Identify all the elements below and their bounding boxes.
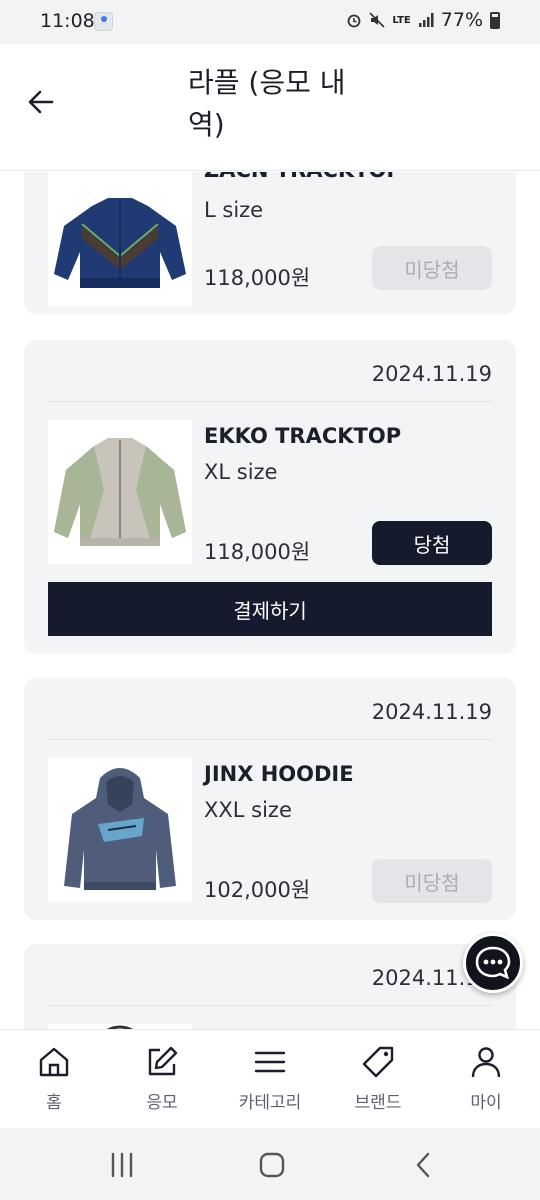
user-icon: [471, 1047, 501, 1078]
product-price: 118,000원: [204, 266, 311, 290]
entry-card: 2024.11.19 JINX HOODIE XXL size 102,000원…: [24, 678, 516, 920]
entry-card: 2024.11.19 EKKO TRACKTOP XL size 118,000…: [24, 340, 516, 654]
status-indicators: LTE 77%: [346, 9, 500, 31]
arrow-left-icon: [28, 90, 54, 114]
page-header: 라플 (응모 내역): [0, 44, 540, 171]
bottom-navigation: 홈 응모 카테고리 브랜드 마이: [0, 1029, 540, 1128]
nav-label: 카테고리: [238, 1093, 302, 1113]
status-bar: 11:08 LTE 77%: [0, 0, 540, 44]
page-title: 라플 (응모 내역): [188, 66, 346, 141]
raffle-entry-list[interactable]: ZACN TRACKTOP L size 118,000원 미당첨 2024.1…: [0, 172, 540, 1029]
entry-card: 2024.11.19: [24, 944, 516, 1029]
home-button-icon[interactable]: [254, 1148, 290, 1182]
battery-icon: [490, 11, 500, 29]
divider: [48, 401, 492, 402]
nav-item-category[interactable]: 카테고리: [216, 1030, 324, 1128]
nav-item-brand[interactable]: 브랜드: [324, 1030, 432, 1128]
nav-item-entry[interactable]: 응모: [108, 1030, 216, 1128]
status-badge: 미당첨: [372, 859, 492, 903]
product-size: XXL size: [204, 798, 292, 822]
status-badge: 미당첨: [372, 246, 492, 290]
alarm-icon: [347, 14, 361, 28]
product-image[interactable]: [48, 172, 192, 306]
menu-icon: [254, 1051, 286, 1073]
chat-button[interactable]: [463, 933, 523, 993]
entry-date: 2024.11.19: [371, 700, 492, 724]
product-name[interactable]: EKKO TRACKTOP: [204, 424, 401, 448]
nav-label: 응모: [146, 1093, 178, 1113]
entry-date: 2024.11.19: [371, 362, 492, 386]
nav-item-home[interactable]: 홈: [0, 1030, 108, 1128]
track-jacket-image: [48, 172, 192, 306]
product-name[interactable]: JINX HOODIE: [204, 762, 354, 786]
product-image[interactable]: [48, 420, 192, 564]
product-name[interactable]: ZACN TRACKTOP: [204, 172, 402, 182]
tag-icon: [362, 1046, 394, 1078]
nav-item-my[interactable]: 마이: [432, 1030, 540, 1128]
home-icon: [39, 1047, 69, 1077]
nav-label: 홈: [46, 1093, 62, 1113]
product-price: 102,000원: [204, 878, 311, 902]
hoodie-image: [48, 758, 192, 902]
track-jacket-image: [48, 420, 192, 564]
system-navigation-bar: [0, 1128, 540, 1200]
divider: [48, 1005, 492, 1006]
nav-label: 브랜드: [354, 1093, 402, 1113]
status-time: 11:08: [40, 10, 95, 32]
status-badge-win: 당첨: [372, 521, 492, 565]
edit-icon: [148, 1046, 178, 1076]
product-size: L size: [204, 198, 264, 222]
battery-percent: 77%: [440, 9, 483, 31]
network-type: LTE: [392, 14, 411, 26]
entry-card: ZACN TRACKTOP L size 118,000원 미당첨: [24, 172, 516, 314]
location-icon: [94, 12, 113, 31]
signal-icon: [418, 13, 434, 27]
mute-icon: [369, 12, 385, 28]
checkout-button[interactable]: 결제하기: [48, 582, 492, 636]
recent-apps-icon[interactable]: [104, 1148, 140, 1182]
nav-label: 마이: [470, 1093, 502, 1113]
product-size: XL size: [204, 460, 278, 484]
back-button[interactable]: [20, 80, 64, 124]
divider: [48, 739, 492, 740]
product-price: 118,000원: [204, 540, 311, 564]
back-nav-icon[interactable]: [406, 1148, 442, 1182]
product-image[interactable]: [48, 758, 192, 902]
chat-bubble-icon: [475, 946, 511, 980]
